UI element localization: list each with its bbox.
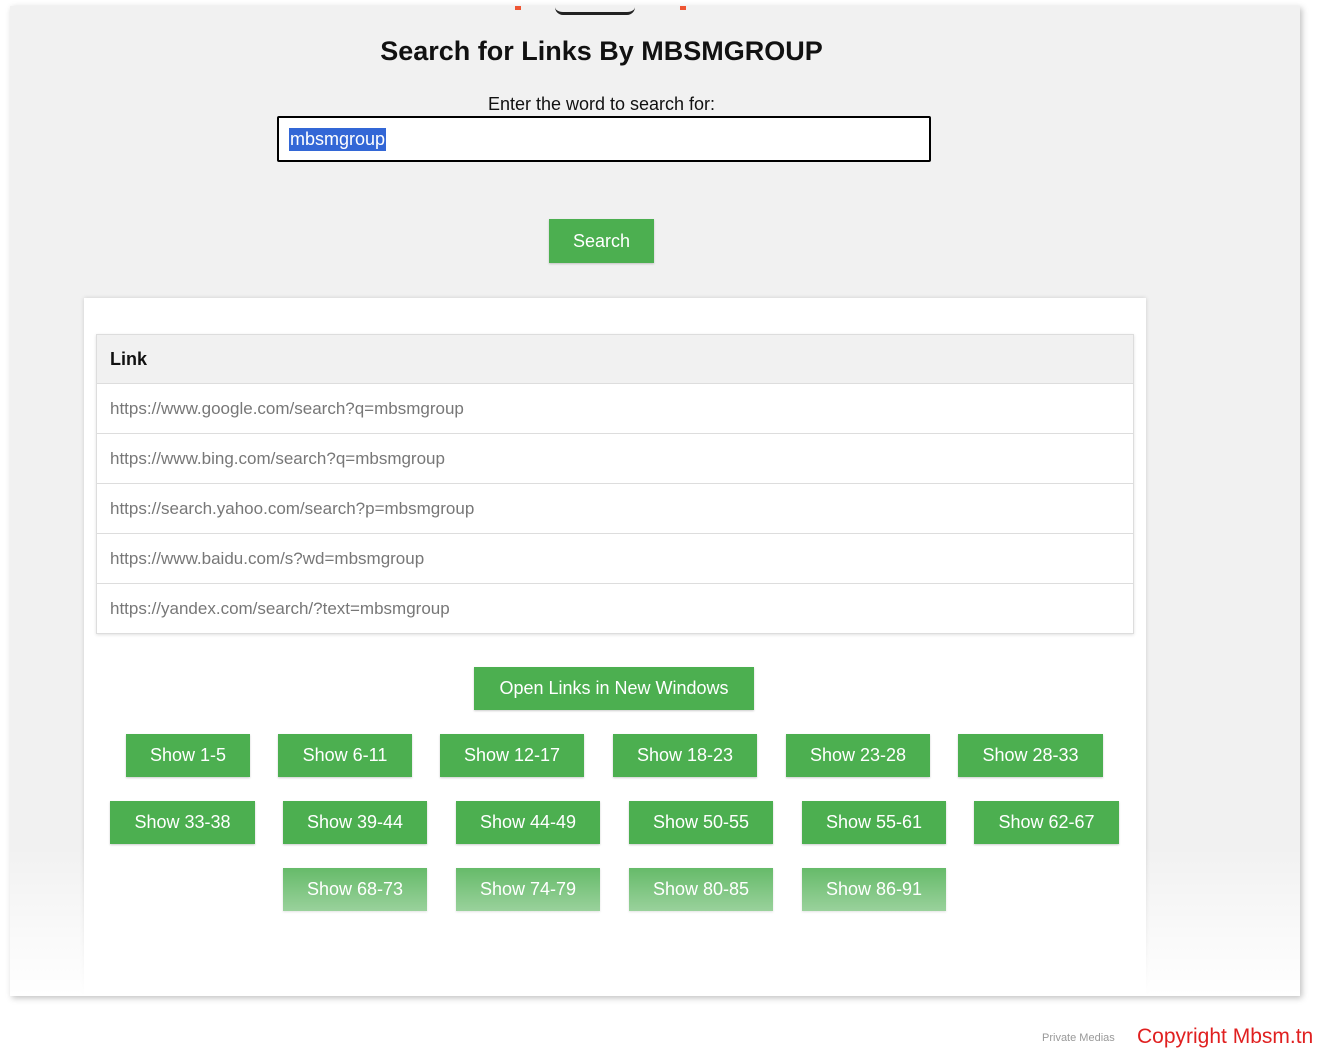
show-range-button[interactable]: Show 74-79 — [456, 868, 600, 911]
screenshot-frame: Search for Links By MBSMGROUP Enter the … — [10, 6, 1300, 996]
search-input[interactable]: mbsmgroup — [277, 116, 931, 162]
logo-dot-left — [515, 6, 521, 10]
logo-dot-right — [680, 6, 686, 10]
show-range-button[interactable]: Show 6-11 — [278, 734, 412, 777]
show-range-button[interactable]: Show 80-85 — [629, 868, 773, 911]
footer-copyright: Copyright Mbsm.tn — [1137, 1025, 1314, 1048]
table-row[interactable]: https://www.bing.com/search?q=mbsmgroup — [97, 434, 1133, 484]
footer-private-medias: Private Medias — [1042, 1032, 1115, 1044]
links-table: Link https://www.google.com/search?q=mbs… — [96, 334, 1134, 634]
logo-fragment — [555, 6, 635, 15]
show-range-button[interactable]: Show 28-33 — [958, 734, 1103, 777]
table-row[interactable]: https://www.baidu.com/s?wd=mbsmgroup — [97, 534, 1133, 584]
search-label: Enter the word to search for: — [487, 94, 716, 114]
show-range-button[interactable]: Show 50-55 — [629, 801, 773, 844]
table-row[interactable]: https://www.google.com/search?q=mbsmgrou… — [97, 384, 1133, 434]
show-range-button[interactable]: Show 44-49 — [456, 801, 600, 844]
page-title: Search for Links By MBSMGROUP — [380, 36, 823, 66]
search-button[interactable]: Search — [549, 219, 654, 263]
show-range-button[interactable]: Show 86-91 — [802, 868, 946, 911]
show-range-button[interactable]: Show 18-23 — [613, 734, 757, 777]
open-links-button[interactable]: Open Links in New Windows — [474, 667, 754, 710]
table-header-link: Link — [97, 335, 1133, 384]
show-range-button[interactable]: Show 55-61 — [802, 801, 946, 844]
show-range-button[interactable]: Show 33-38 — [110, 801, 255, 844]
results-panel: Link https://www.google.com/search?q=mbs… — [84, 298, 1146, 996]
table-row[interactable]: https://search.yahoo.com/search?p=mbsmgr… — [97, 484, 1133, 534]
show-range-button[interactable]: Show 12-17 — [440, 734, 584, 777]
show-range-button[interactable]: Show 39-44 — [283, 801, 427, 844]
table-row[interactable]: https://yandex.com/search/?text=mbsmgrou… — [97, 584, 1133, 633]
show-range-button[interactable]: Show 23-28 — [786, 734, 930, 777]
show-range-button[interactable]: Show 68-73 — [283, 868, 427, 911]
search-input-value: mbsmgroup — [289, 127, 387, 151]
show-range-button[interactable]: Show 62-67 — [974, 801, 1119, 844]
show-range-button[interactable]: Show 1-5 — [126, 734, 250, 777]
